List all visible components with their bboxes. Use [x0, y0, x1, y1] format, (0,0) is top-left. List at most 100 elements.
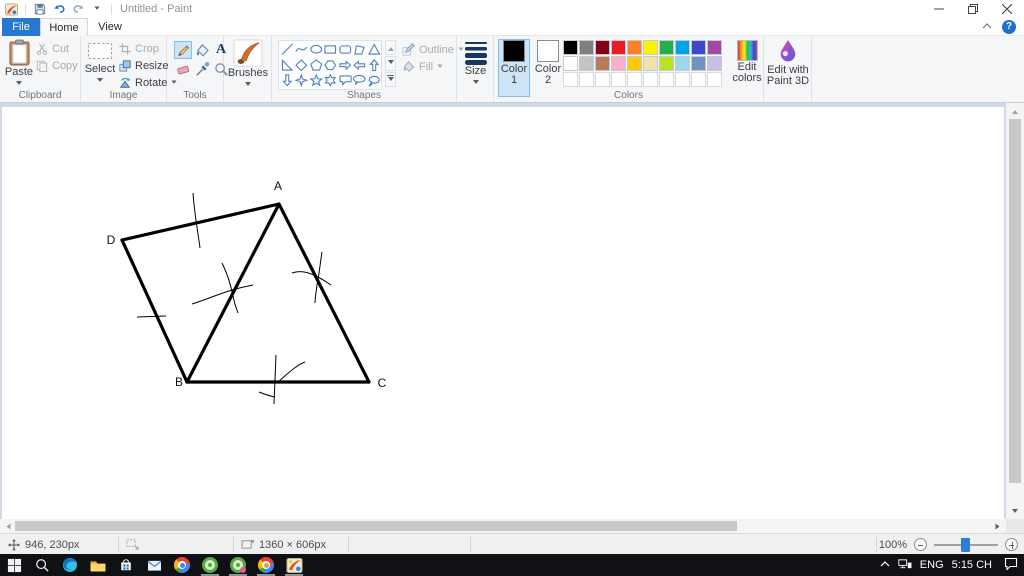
shape-triangle[interactable] [367, 42, 381, 57]
shapes-scroll-down-button[interactable] [385, 56, 396, 71]
palette-color-fff200[interactable] [643, 40, 658, 55]
language-indicator[interactable]: ENG [920, 559, 944, 571]
vertical-scroll-thumb[interactable] [1009, 119, 1021, 483]
shape-arrow-right[interactable] [338, 58, 352, 73]
zoom-slider-thumb[interactable] [961, 537, 970, 552]
fill-shape-button[interactable]: Fill [402, 59, 443, 74]
shape-star-5[interactable] [309, 73, 323, 88]
clock[interactable]: 5:15 CH [952, 559, 992, 571]
minimize-button[interactable] [922, 0, 956, 18]
shape-right-triangle[interactable] [280, 58, 294, 73]
save-button[interactable] [32, 2, 48, 17]
close-button[interactable] [990, 0, 1024, 18]
palette-color-a349a4[interactable] [707, 40, 722, 55]
shape-oval[interactable] [309, 42, 323, 57]
palette-color-b97a57[interactable] [595, 56, 610, 71]
shape-star-6[interactable] [324, 73, 338, 88]
tray-chevron-up-icon[interactable] [880, 559, 890, 571]
mail-taskbar-button[interactable] [140, 554, 168, 576]
shape-arrow-left[interactable] [353, 58, 367, 73]
palette-color-efe4b0[interactable] [643, 56, 658, 71]
shape-callout-rounded[interactable] [338, 73, 352, 88]
pencil-tool[interactable] [174, 41, 192, 59]
shape-polygon[interactable] [353, 42, 367, 57]
resize-button[interactable]: Resize [119, 58, 169, 73]
action-center-icon[interactable] [1004, 557, 1018, 573]
edit-with-paint3d-button[interactable]: Edit with Paint 3D [765, 39, 811, 87]
shape-callout-cloud[interactable] [367, 73, 381, 88]
zoom-in-button[interactable] [1005, 538, 1018, 551]
palette-color-b5e61d[interactable] [659, 56, 674, 71]
shape-star-4[interactable] [295, 73, 309, 88]
network-icon[interactable] [898, 558, 912, 573]
palette-color-7f7f7f[interactable] [579, 40, 594, 55]
coccoc-browser-taskbar-button[interactable] [196, 554, 224, 576]
undo-button[interactable] [51, 2, 67, 17]
vertical-scrollbar[interactable] [1006, 103, 1024, 519]
shapes-scroll-up-button[interactable] [385, 40, 396, 55]
palette-color-ffc90e[interactable] [627, 56, 642, 71]
palette-color-c8bfe7[interactable] [707, 56, 722, 71]
color1-button[interactable]: Color 1 [498, 39, 530, 97]
edge-taskbar-button[interactable] [56, 554, 84, 576]
palette-color-00a2e8[interactable] [675, 40, 690, 55]
store-taskbar-button[interactable] [112, 554, 140, 576]
scroll-down-arrow[interactable] [1006, 505, 1024, 519]
palette-color-ff7f27[interactable] [627, 40, 642, 55]
shape-callout-oval[interactable] [353, 73, 367, 88]
copy-button[interactable]: Copy [36, 58, 78, 73]
palette-color-3f48cc[interactable] [691, 40, 706, 55]
palette-color-ffffff[interactable] [563, 56, 578, 71]
shape-hexagon[interactable] [324, 58, 338, 73]
palette-color-22b14c[interactable] [659, 40, 674, 55]
file-explorer-taskbar-button[interactable] [84, 554, 112, 576]
shape-curve[interactable] [295, 42, 309, 57]
zoom-out-button[interactable] [914, 538, 927, 551]
shape-arrow-down[interactable] [280, 73, 294, 88]
tab-file[interactable]: File [2, 18, 40, 36]
fill-tool[interactable] [193, 41, 211, 59]
scroll-up-arrow[interactable] [1006, 103, 1024, 117]
color-picker-tool[interactable] [193, 60, 211, 78]
outline-button[interactable]: Outline [402, 42, 464, 57]
cut-button[interactable]: Cut [36, 41, 69, 56]
shape-line[interactable] [280, 42, 294, 57]
palette-color-000000[interactable] [563, 40, 578, 55]
restore-button[interactable] [956, 0, 990, 18]
shape-diamond[interactable] [295, 58, 309, 73]
paint-canvas[interactable]: A D B C [2, 107, 1004, 519]
brushes-button[interactable]: Brushes [226, 39, 270, 89]
chrome-taskbar-button[interactable] [168, 554, 196, 576]
palette-color-7092be[interactable] [691, 56, 706, 71]
palette-color-ed1c24[interactable] [611, 40, 626, 55]
select-button[interactable]: Select [84, 39, 116, 85]
palette-color-99d9ea[interactable] [675, 56, 690, 71]
eraser-tool[interactable] [174, 60, 192, 78]
horizontal-scroll-thumb[interactable] [15, 521, 737, 531]
redo-button[interactable] [70, 2, 86, 17]
palette-color-c3c3c3[interactable] [579, 56, 594, 71]
scroll-left-arrow[interactable] [0, 519, 14, 533]
scroll-right-arrow[interactable] [992, 519, 1006, 533]
palette-color-ffaec9[interactable] [611, 56, 626, 71]
edit-colors-button[interactable]: Edit colors [732, 40, 762, 84]
tab-view[interactable]: View [88, 18, 132, 36]
customize-quick-access-button[interactable] [89, 2, 105, 17]
zoom-slider-track[interactable] [934, 537, 998, 552]
chrome-profile-taskbar-button[interactable] [252, 554, 280, 576]
paste-button[interactable]: Paste [4, 39, 34, 88]
start-taskbar-button[interactable] [0, 554, 28, 576]
collapse-ribbon-icon[interactable] [982, 21, 992, 33]
tab-home[interactable]: Home [40, 18, 88, 37]
search-taskbar-button[interactable] [28, 554, 56, 576]
shape-rectangle[interactable] [324, 42, 338, 57]
help-icon[interactable]: ? [1002, 20, 1016, 34]
shape-rounded-rectangle[interactable] [338, 42, 352, 57]
horizontal-scrollbar[interactable] [0, 519, 1006, 533]
color2-button[interactable]: Color 2 [532, 39, 564, 97]
size-button[interactable]: Size [459, 39, 492, 87]
coccoc-browser-2-taskbar-button[interactable] [224, 554, 252, 576]
shape-pentagon[interactable] [309, 58, 323, 73]
shapes-more-button[interactable] [385, 72, 396, 87]
palette-color-880015[interactable] [595, 40, 610, 55]
